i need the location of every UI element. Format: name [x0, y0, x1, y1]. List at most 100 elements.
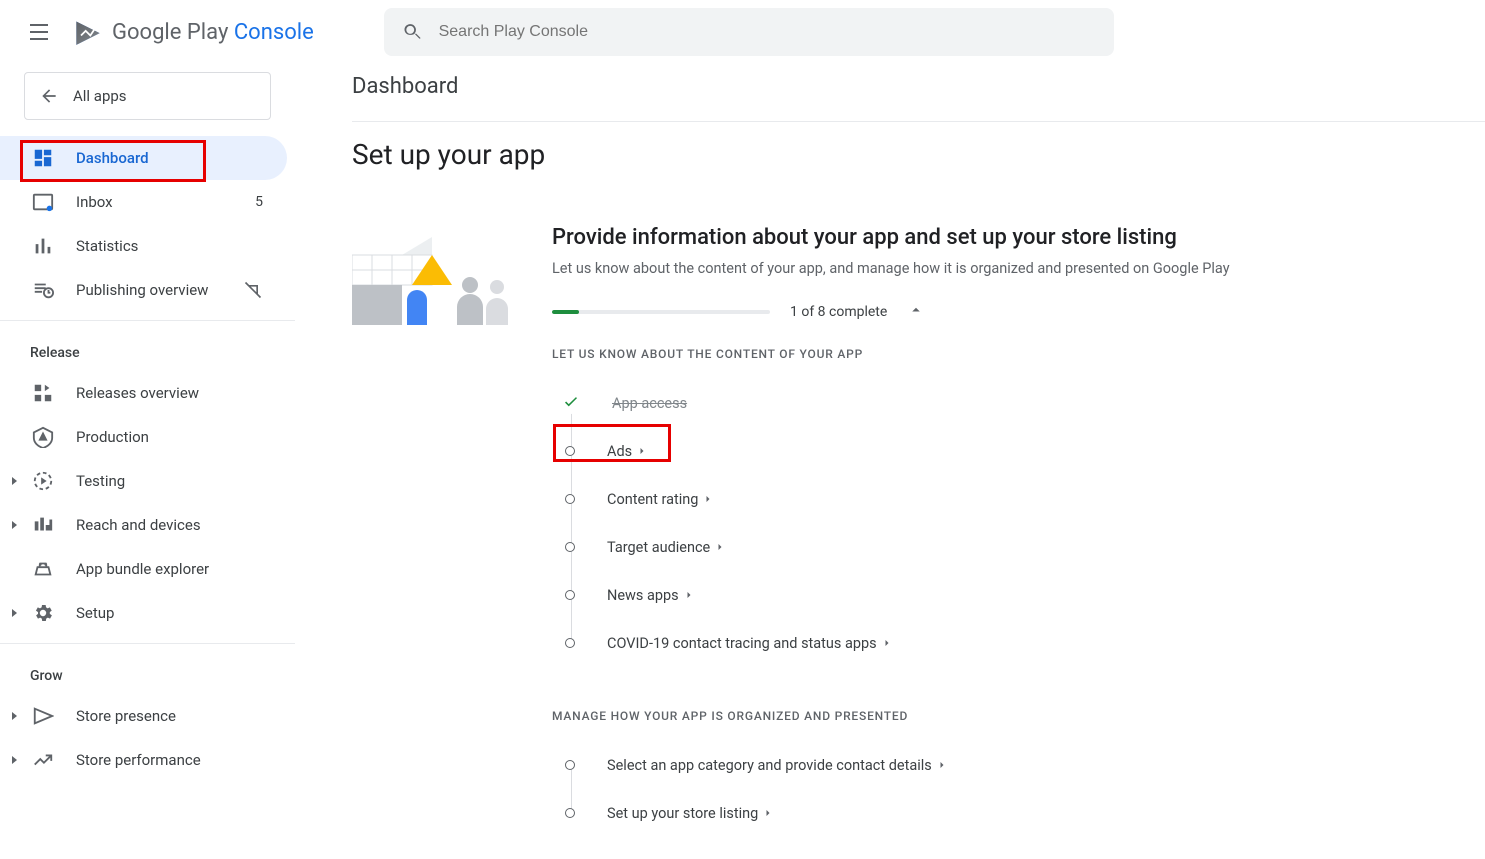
nav-label: Setup — [76, 604, 114, 622]
nav-label: Inbox — [76, 193, 113, 211]
logo[interactable]: Google Play Console — [74, 18, 314, 46]
step-news-apps[interactable]: News apps — [552, 571, 1485, 619]
inbox-badge: 5 — [255, 194, 263, 210]
chevron-right-icon — [762, 807, 774, 819]
step-covid[interactable]: COVID-19 contact tracing and status apps — [552, 619, 1485, 667]
nav-label: Store performance — [76, 751, 201, 769]
card-title: Provide information about your app and s… — [552, 225, 1485, 250]
hamburger-menu-icon[interactable] — [30, 20, 54, 44]
nav-setup[interactable]: Setup — [0, 591, 287, 635]
chevron-right-icon — [636, 445, 648, 457]
grow-section-label: Grow — [0, 652, 295, 694]
circle-icon — [565, 494, 575, 504]
step-label: News apps — [607, 587, 695, 604]
chevron-right-icon — [683, 589, 695, 601]
step-label: Set up your store listing — [607, 805, 774, 822]
sidebar: All apps Dashboard Inbox 5 Statistics Pu… — [0, 64, 295, 859]
nav-app-bundle-explorer[interactable]: App bundle explorer — [0, 547, 287, 591]
nav-label: Statistics — [76, 237, 138, 255]
main-content: Dashboard Set up your app Provide inform… — [352, 74, 1485, 837]
nav-label: Production — [76, 428, 149, 446]
circle-icon — [565, 542, 575, 552]
circle-icon — [565, 638, 575, 648]
section-heading: Set up your app — [352, 138, 1485, 171]
nav-label: Dashboard — [76, 149, 149, 167]
step-label: App access — [612, 395, 687, 412]
nav-releases-overview[interactable]: Releases overview — [0, 371, 287, 415]
nav-reach-devices[interactable]: Reach and devices — [0, 503, 287, 547]
managed-publishing-off-icon — [243, 280, 263, 300]
circle-icon — [565, 760, 575, 770]
chevron-right-icon — [702, 493, 714, 505]
nav-store-performance[interactable]: Store performance — [0, 738, 287, 782]
step-store-listing[interactable]: Set up your store listing — [552, 789, 1485, 837]
nav-label: Store presence — [76, 707, 176, 725]
nav-publishing-overview[interactable]: Publishing overview — [0, 268, 287, 312]
store-presence-icon — [32, 705, 54, 727]
nav-dashboard[interactable]: Dashboard — [0, 136, 287, 180]
card-description: Let us know about the content of your ap… — [552, 260, 1332, 277]
progress-row: 1 of 8 complete — [552, 301, 1485, 323]
page-title: Dashboard — [352, 74, 1485, 122]
step-label: Ads — [607, 443, 648, 460]
step-content-rating[interactable]: Content rating — [552, 475, 1485, 523]
gear-icon — [32, 602, 54, 624]
check-icon — [562, 392, 580, 414]
reach-devices-icon — [32, 514, 54, 536]
statistics-icon — [32, 235, 54, 257]
search-icon — [402, 21, 423, 43]
testing-icon — [32, 470, 54, 492]
setup-card: Provide information about your app and s… — [352, 225, 1485, 837]
nav-statistics[interactable]: Statistics — [0, 224, 287, 268]
chevron-up-icon — [907, 301, 925, 319]
card-body: Provide information about your app and s… — [552, 225, 1485, 837]
manage-sublabel: MANAGE HOW YOUR APP IS ORGANIZED AND PRE… — [552, 709, 1485, 723]
progress-label: 1 of 8 complete — [790, 304, 887, 320]
divider — [0, 320, 295, 321]
all-apps-button[interactable]: All apps — [24, 72, 271, 120]
store-performance-icon — [32, 749, 54, 771]
circle-icon — [565, 590, 575, 600]
step-label: COVID-19 contact tracing and status apps — [607, 635, 893, 652]
nav-testing[interactable]: Testing — [0, 459, 287, 503]
step-app-access[interactable]: App access — [552, 379, 1485, 427]
nav-store-presence[interactable]: Store presence — [0, 694, 287, 738]
step-label: Content rating — [607, 491, 714, 508]
card-illustration — [352, 225, 522, 325]
header: Google Play Console — [0, 0, 1485, 64]
bundle-explorer-icon — [32, 558, 54, 580]
collapse-toggle[interactable] — [907, 301, 925, 323]
circle-icon — [565, 446, 575, 456]
nav-label: Releases overview — [76, 384, 199, 402]
all-apps-label: All apps — [73, 87, 127, 105]
step-label: Select an app category and provide conta… — [607, 757, 948, 774]
step-ads[interactable]: Ads — [552, 427, 1485, 475]
releases-overview-icon — [32, 382, 54, 404]
arrow-left-icon — [39, 86, 59, 106]
nav-production[interactable]: Production — [0, 415, 287, 459]
divider — [0, 643, 295, 644]
chevron-right-icon — [936, 759, 948, 771]
step-app-category[interactable]: Select an app category and provide conta… — [552, 741, 1485, 789]
publishing-icon — [32, 279, 54, 301]
release-section-label: Release — [0, 329, 295, 371]
search-input[interactable] — [439, 23, 1096, 41]
nav-label: Publishing overview — [76, 281, 208, 299]
inbox-icon — [32, 191, 54, 213]
circle-icon — [565, 808, 575, 818]
logo-text: Google Play Console — [112, 20, 314, 45]
play-console-logo-icon — [74, 18, 102, 46]
nav-label: Testing — [76, 472, 125, 490]
step-label: Target audience — [607, 539, 726, 556]
nav-inbox[interactable]: Inbox 5 — [0, 180, 287, 224]
progress-bar — [552, 310, 770, 314]
step-target-audience[interactable]: Target audience — [552, 523, 1485, 571]
chevron-right-icon — [714, 541, 726, 553]
nav-label: Reach and devices — [76, 516, 201, 534]
content-sublabel: LET US KNOW ABOUT THE CONTENT OF YOUR AP… — [552, 347, 1485, 361]
production-icon — [32, 426, 54, 448]
nav-label: App bundle explorer — [76, 560, 209, 578]
search-bar[interactable] — [384, 8, 1114, 56]
chevron-right-icon — [881, 637, 893, 649]
dashboard-icon — [32, 147, 54, 169]
